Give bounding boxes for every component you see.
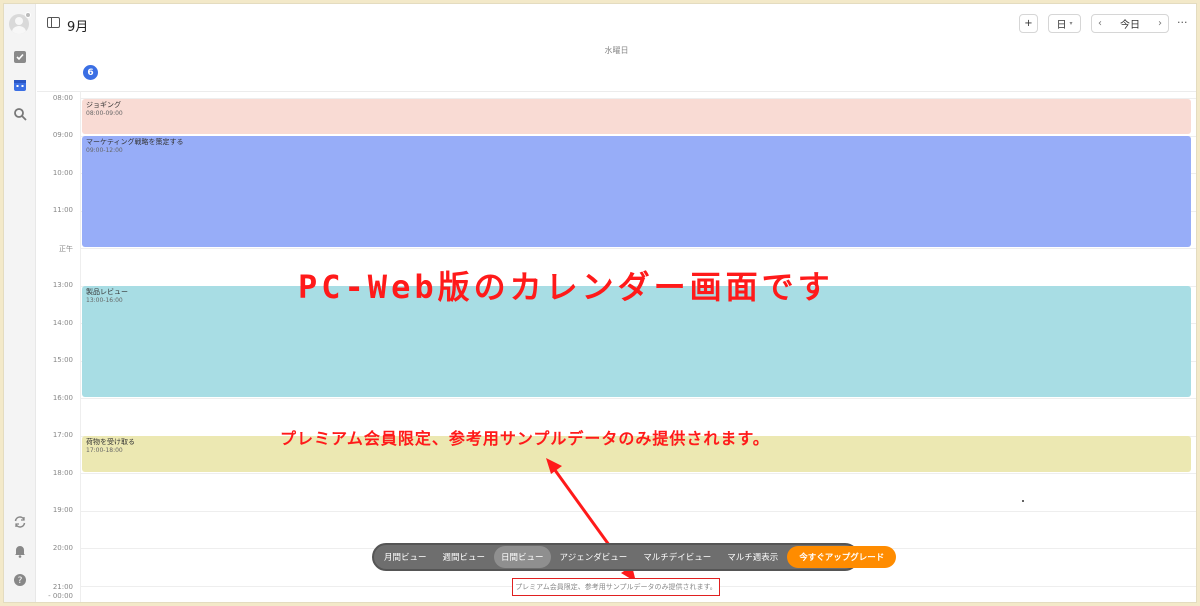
view-switcher-bar: 月間ビュー 週間ビュー 日間ビュー アジェンダビュー マルチデイビュー マルチ週…: [372, 543, 897, 571]
annotation-arrow: [546, 458, 636, 582]
view-multiday-button[interactable]: マルチデイビュー: [636, 546, 718, 568]
view-multiweek-button[interactable]: マルチ週表示: [720, 546, 785, 568]
premium-notice: プレミアム会員限定、参考用サンプルデータのみ提供されます。: [512, 578, 720, 596]
view-agenda-button[interactable]: アジェンダビュー: [553, 546, 635, 568]
upgrade-button[interactable]: 今すぐアップグレード: [787, 546, 897, 568]
view-month-button[interactable]: 月間ビュー: [377, 546, 434, 568]
view-week-button[interactable]: 週間ビュー: [436, 546, 493, 568]
view-day-button[interactable]: 日間ビュー: [494, 546, 551, 568]
